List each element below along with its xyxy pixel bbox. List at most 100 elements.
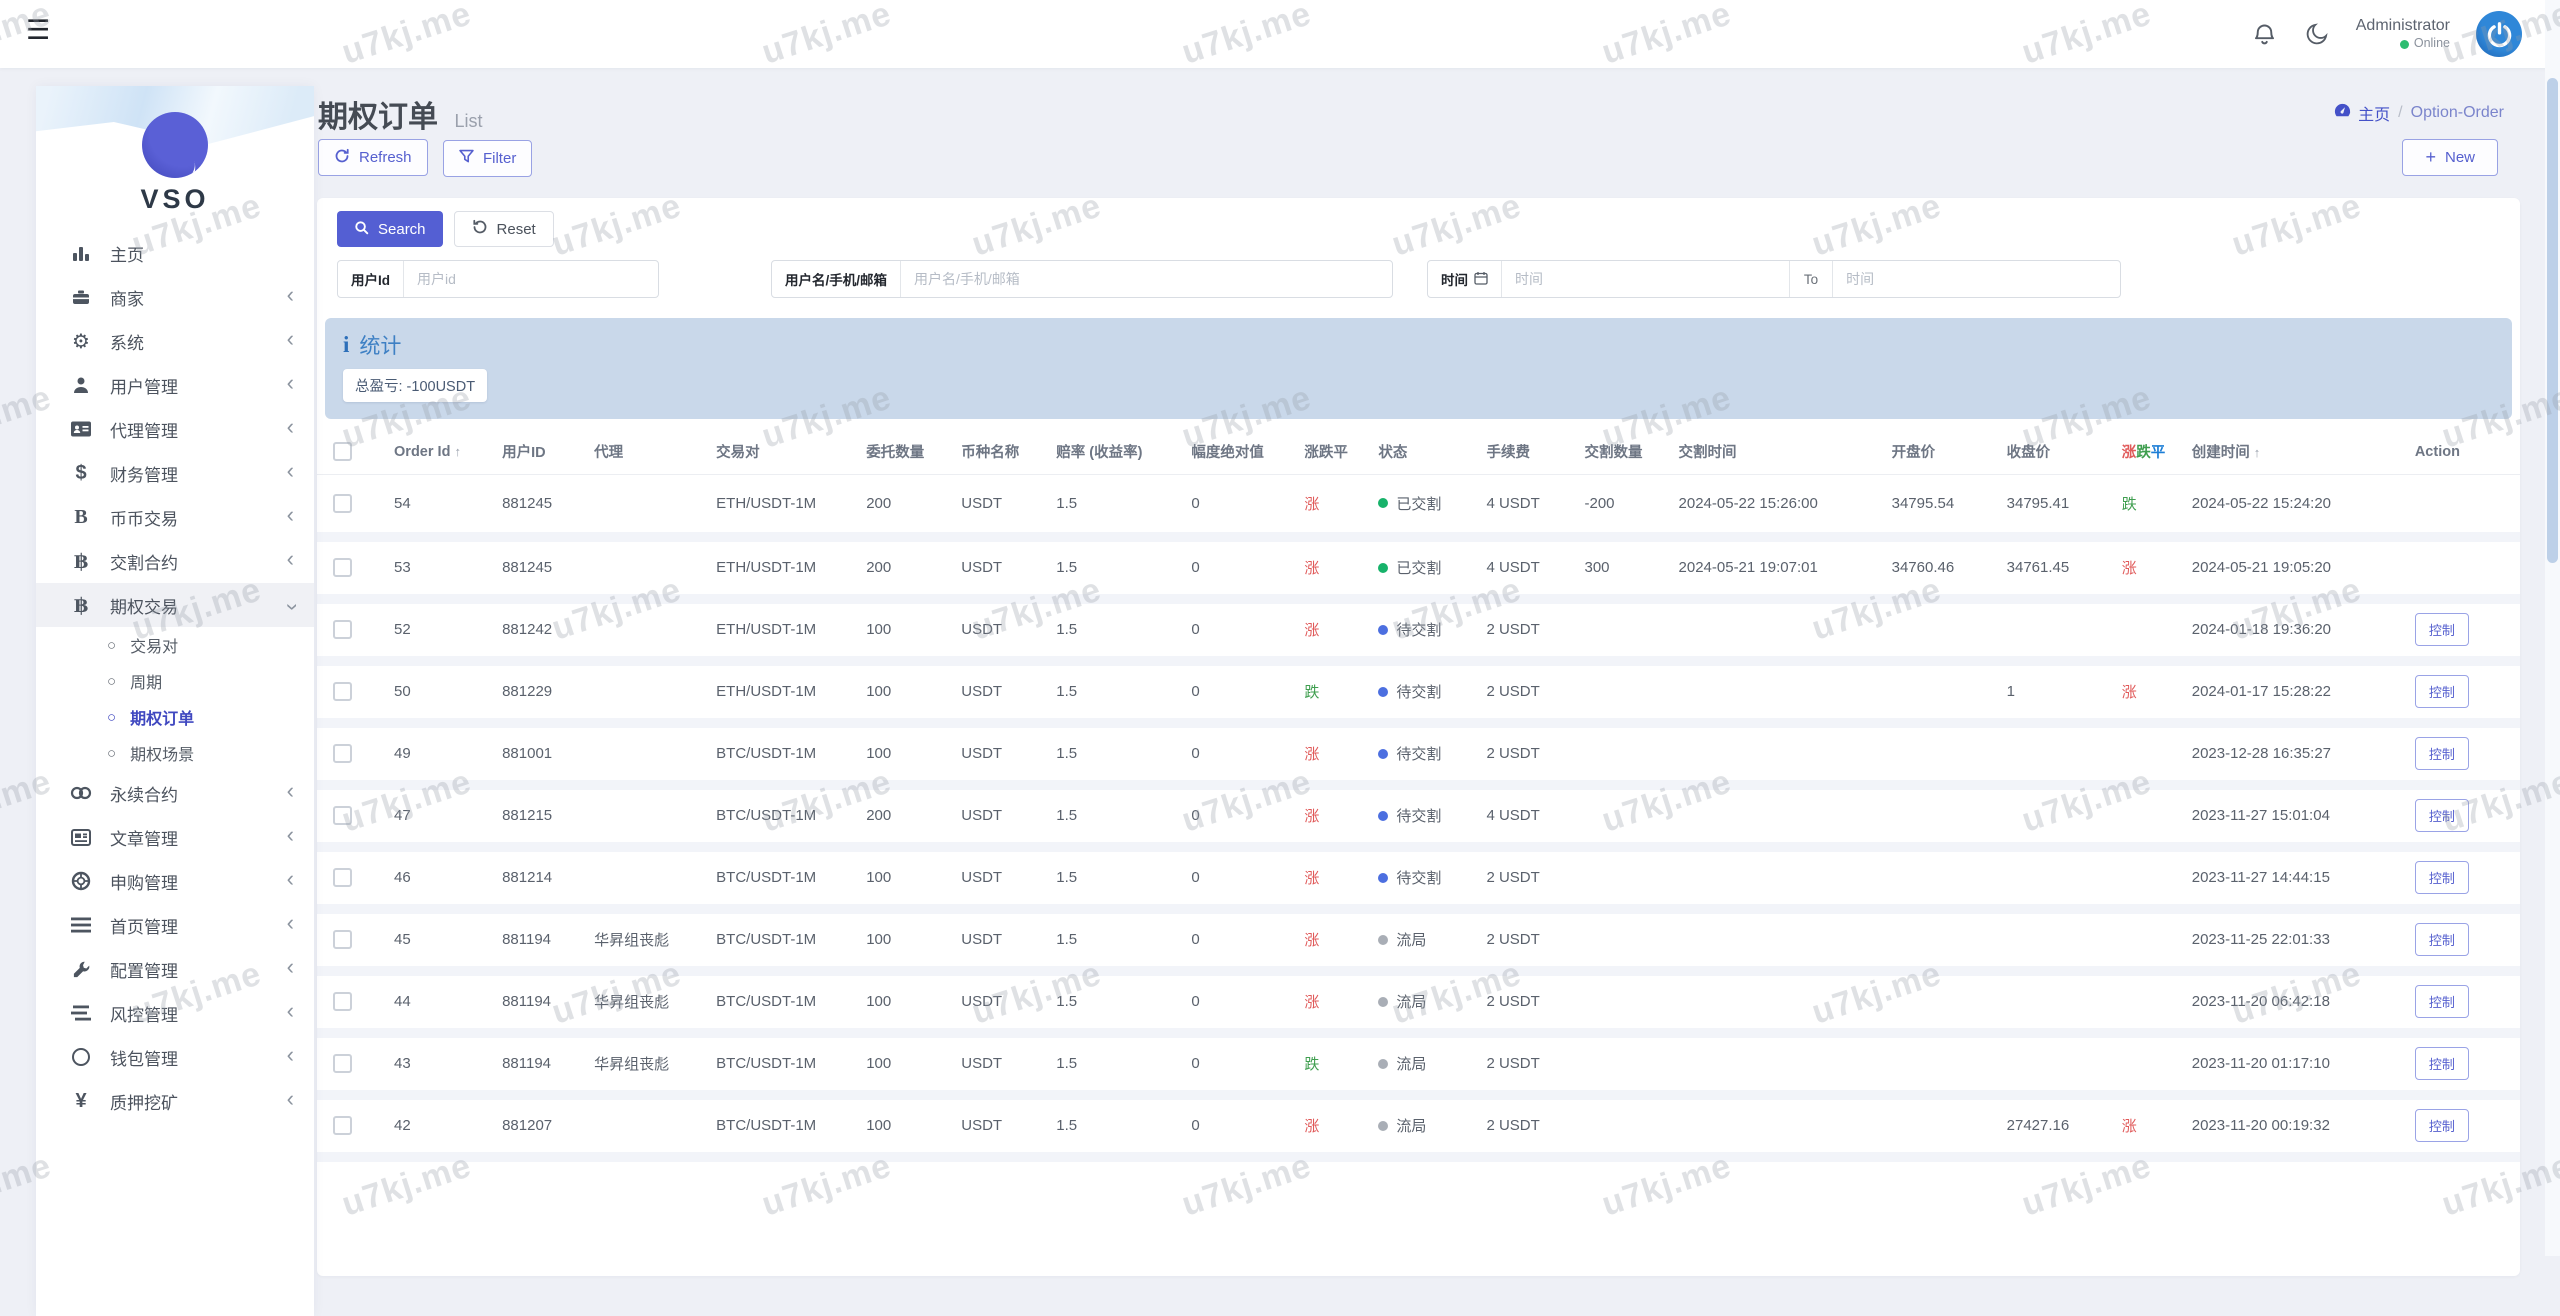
user-id-field-group: 用户Id: [337, 260, 659, 298]
sidebar-item-申购管理[interactable]: 申购管理 ‹: [36, 859, 314, 903]
control-button[interactable]: 控制: [2414, 675, 2469, 708]
control-button[interactable]: 控制: [2414, 861, 2469, 894]
sidebar-item-label: 永续合约: [110, 785, 178, 805]
row-checkbox[interactable]: [333, 868, 352, 887]
breadcrumb-home-link[interactable]: 主页: [2333, 101, 2390, 125]
user-info[interactable]: Administrator Online: [2356, 16, 2450, 52]
cell-order-id: 49: [388, 722, 497, 790]
cell-open-price: 34760.46: [1885, 536, 2001, 604]
sidebar-item-代理管理[interactable]: 代理管理 ‹: [36, 407, 314, 451]
time-to-input[interactable]: [1833, 261, 2120, 297]
row-checkbox[interactable]: [333, 1116, 352, 1135]
cell-odds: 1.5: [1050, 908, 1186, 976]
control-button[interactable]: 控制: [2414, 985, 2469, 1018]
cell-fee: 2 USDT: [1480, 846, 1579, 914]
search-button[interactable]: Search: [337, 211, 443, 247]
sidebar-subitem-期权场景[interactable]: ○ 期权场景: [36, 735, 314, 771]
cell-pair: ETH/USDT-1M: [710, 660, 861, 728]
cell-direction: 涨: [1298, 474, 1373, 542]
link-icon: [69, 786, 93, 800]
user-id-input[interactable]: [404, 261, 658, 297]
cell-close-price: [2000, 970, 2116, 1038]
cell-pair: BTC/USDT-1M: [710, 970, 861, 1038]
chevron-left-icon: ‹: [286, 822, 294, 847]
status-text: 已交割: [1396, 495, 1442, 513]
sidebar-item-期权交易[interactable]: ฿ 期权交易 ‹: [36, 583, 314, 627]
menu-toggle-icon[interactable]: ☰: [26, 17, 50, 44]
sidebar-item-用户管理[interactable]: 用户管理 ‹: [36, 363, 314, 407]
cell-result: [2115, 1032, 2186, 1100]
row-checkbox[interactable]: [333, 930, 352, 949]
sidebar-item-label: 配置管理: [110, 961, 178, 981]
column-header-涨跌平: 涨跌平: [2115, 429, 2186, 475]
new-button[interactable]: + New: [2402, 139, 2498, 176]
row-checkbox[interactable]: [333, 992, 352, 1011]
sidebar-item-配置管理[interactable]: 配置管理 ‹: [36, 947, 314, 991]
cell-user-id: 881194: [496, 970, 589, 1038]
sidebar-item-钱包管理[interactable]: 钱包管理 ‹: [36, 1035, 314, 1079]
wrench-icon: [69, 960, 93, 979]
control-button[interactable]: 控制: [2414, 799, 2469, 832]
cell-select: [317, 660, 389, 728]
column-header-状态: 状态: [1372, 429, 1481, 475]
radio-circle-icon: ○: [107, 672, 117, 690]
cell-action: 控制: [2408, 784, 2520, 852]
control-button[interactable]: 控制: [2414, 923, 2469, 956]
notifications-bell-icon[interactable]: [2251, 21, 2278, 48]
row-checkbox[interactable]: [333, 806, 352, 825]
cell-user-id: 881245: [496, 536, 589, 604]
control-button[interactable]: 控制: [2414, 737, 2469, 770]
row-checkbox[interactable]: [333, 1054, 352, 1073]
cell-qty: 200: [860, 474, 956, 542]
column-header-创建时间[interactable]: 创建时间 ↑: [2185, 429, 2409, 475]
sidebar-item-质押挖矿[interactable]: ¥ 质押挖矿 ‹: [36, 1079, 314, 1123]
column-header-Order Id[interactable]: Order Id ↑: [388, 429, 497, 475]
sidebar-item-系统[interactable]: ⚙ 系统 ‹: [36, 319, 314, 363]
cell-order-id: 53: [388, 536, 497, 604]
scrollbar-thumb[interactable]: [2547, 78, 2558, 563]
cell-odds: 1.5: [1050, 784, 1186, 852]
cell-coin: USDT: [955, 722, 1051, 790]
scrollbar-track[interactable]: [2545, 0, 2560, 1256]
control-button[interactable]: 控制: [2414, 613, 2469, 646]
sidebar-item-交割合约[interactable]: ฿ 交割合约 ‹: [36, 539, 314, 583]
row-checkbox[interactable]: [333, 493, 352, 513]
cell-select: [317, 1032, 389, 1100]
sidebar-item-首页管理[interactable]: 首页管理 ‹: [36, 903, 314, 947]
cell-qty: 100: [860, 908, 956, 976]
sidebar-item-风控管理[interactable]: 风控管理 ‹: [36, 991, 314, 1035]
refresh-button[interactable]: Refresh: [318, 139, 428, 176]
user-name-input[interactable]: [901, 261, 1392, 297]
select-all-checkbox[interactable]: [333, 442, 352, 461]
sidebar-subitem-周期[interactable]: ○ 周期: [36, 663, 314, 699]
cell-action: 控制: [2408, 1094, 2520, 1162]
list-icon: [69, 917, 93, 933]
sidebar-subitem-交易对[interactable]: ○ 交易对: [36, 627, 314, 663]
dark-mode-moon-icon[interactable]: [2304, 21, 2330, 47]
cell-fee: 4 USDT: [1480, 474, 1579, 542]
sidebar-item-财务管理[interactable]: $ 财务管理 ‹: [36, 451, 314, 495]
sidebar-item-商家[interactable]: 商家 ‹: [36, 275, 314, 319]
table-row-order-44: 44 881194 华昇组丧彪 BTC/USDT-1M 100 USDT 1.5 0 涨 流局 2 …: [317, 970, 2520, 1038]
cell-direction: 涨: [1298, 970, 1373, 1038]
reset-button[interactable]: Reset: [453, 211, 554, 247]
filter-button[interactable]: Filter: [442, 139, 533, 177]
avatar[interactable]: [2476, 11, 2522, 57]
row-checkbox[interactable]: [333, 558, 352, 577]
sidebar-item-文章管理[interactable]: 文章管理 ‹: [36, 815, 314, 859]
sidebar-subitem-期权订单[interactable]: ○ 期权订单: [36, 699, 314, 735]
cell-fee: 2 USDT: [1480, 722, 1579, 790]
status-dot: [1378, 1058, 1389, 1069]
sidebar-item-永续合约[interactable]: 永续合约 ‹: [36, 771, 314, 815]
table-header-row: Order Id ↑ 用户ID 代理 交易对 委托数量 币种名称 赔率 (收益率) 幅度绝对值涨…: [317, 429, 2520, 475]
sidebar-item-主页[interactable]: 主页: [36, 231, 314, 275]
row-checkbox[interactable]: [333, 744, 352, 763]
control-button[interactable]: 控制: [2414, 1109, 2469, 1142]
yen-icon: ¥: [75, 1089, 87, 1112]
control-button[interactable]: 控制: [2414, 1047, 2469, 1080]
bitcoin-icon: ฿: [74, 594, 88, 617]
sidebar-item-币币交易[interactable]: B 币币交易 ‹: [36, 495, 314, 539]
row-checkbox[interactable]: [333, 620, 352, 639]
row-checkbox[interactable]: [333, 682, 352, 701]
time-from-input[interactable]: [1502, 261, 1789, 297]
